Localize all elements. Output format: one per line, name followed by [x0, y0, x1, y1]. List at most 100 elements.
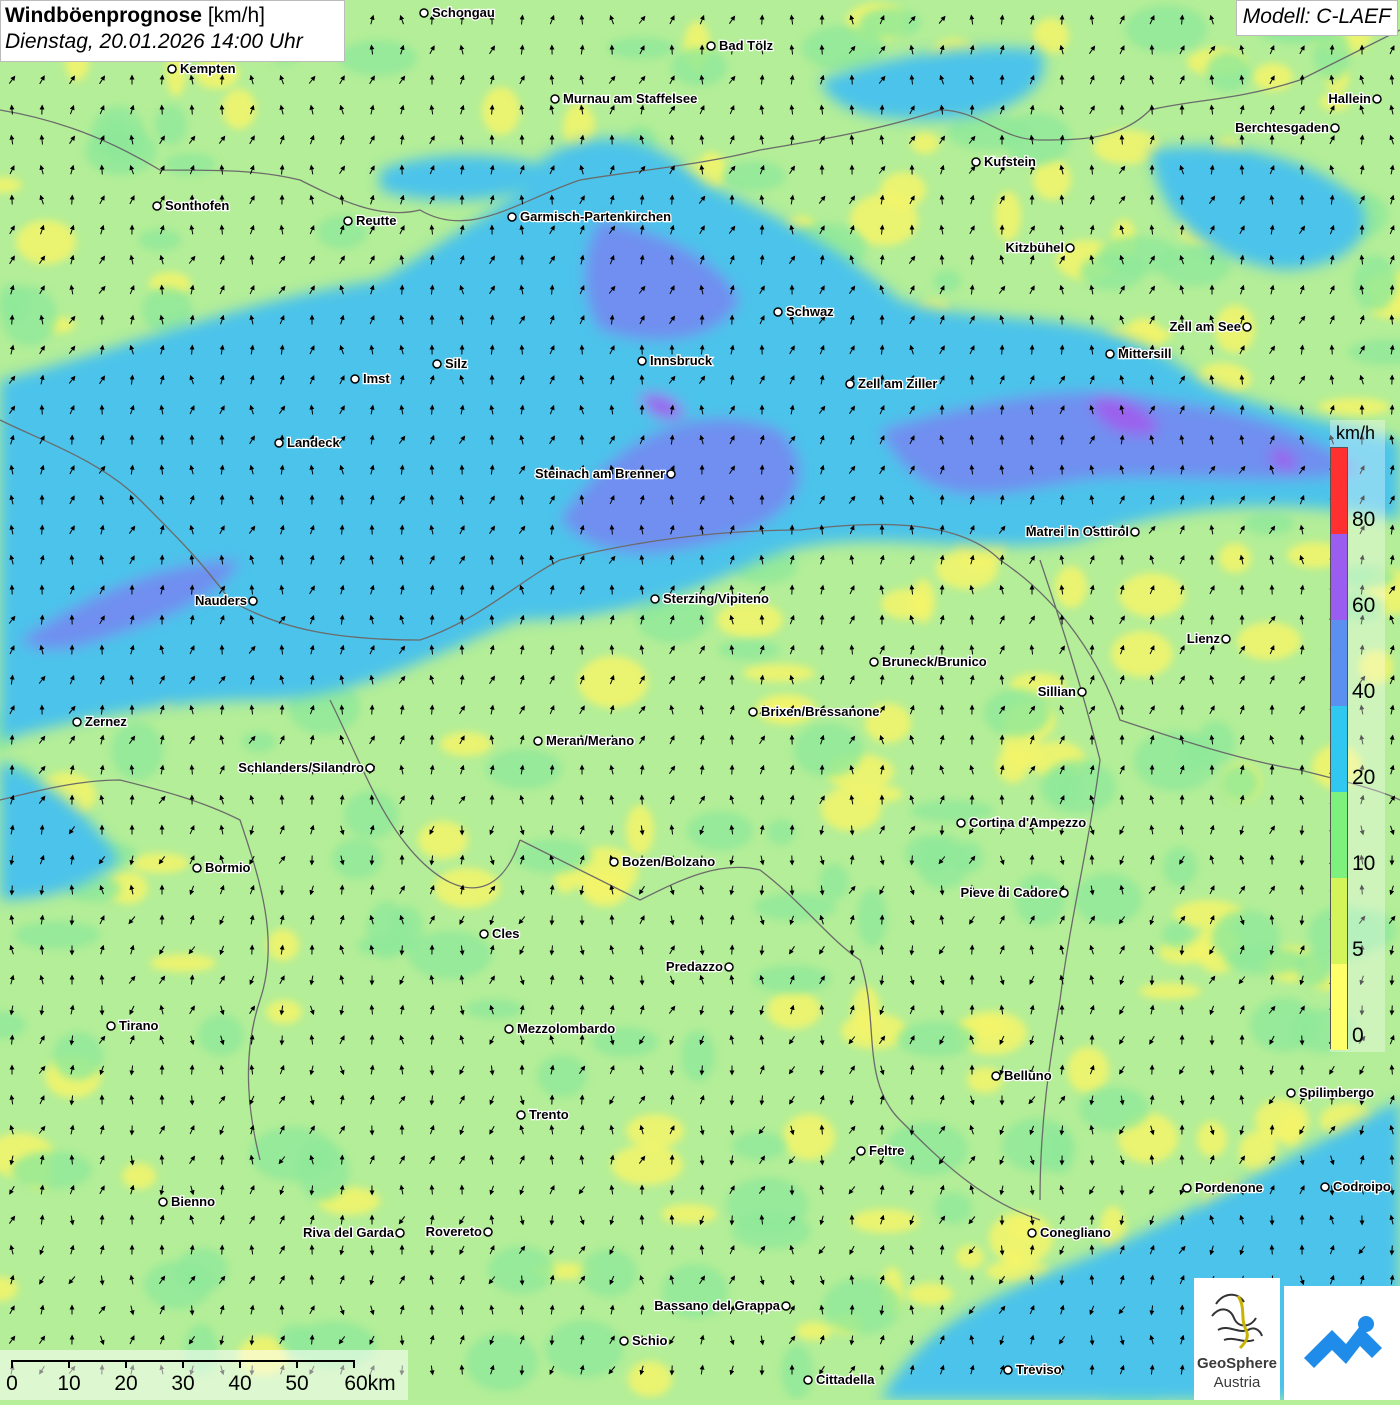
moderate-wind-patch	[947, 114, 1029, 150]
wind-arrow	[12, 886, 13, 895]
wind-arrow	[822, 766, 823, 775]
moderate-wind-patch	[1250, 998, 1318, 1052]
city-label: Schio	[632, 1333, 667, 1348]
moderate-wind-patch	[819, 864, 849, 900]
moderate-wind-patch	[793, 723, 863, 777]
city-marker	[782, 1302, 790, 1310]
city-label: Sillian	[1038, 684, 1076, 699]
legend-color-segment	[1331, 448, 1347, 534]
wind-arrow	[582, 436, 583, 445]
legend-color-segment	[1331, 706, 1347, 792]
wind-arrow	[1092, 1366, 1093, 1375]
wind-arrow	[972, 946, 973, 955]
wind-arrow	[1032, 856, 1033, 865]
wind-arrow	[552, 1336, 553, 1345]
city-marker	[1106, 350, 1114, 358]
moderate-wind-patch	[754, 893, 836, 921]
city-marker	[774, 308, 782, 316]
legend-label: 40	[1352, 680, 1375, 704]
moderate-wind-patch	[1098, 236, 1180, 274]
wind-arrow	[552, 916, 553, 925]
city-label: Lienz	[1187, 631, 1221, 646]
wind-arrow	[1032, 346, 1033, 355]
wind-arrow	[1302, 166, 1303, 175]
wind-arrow	[402, 286, 403, 295]
wind-arrow	[762, 226, 763, 235]
city-marker	[1131, 528, 1139, 536]
wind-arrow	[282, 796, 283, 805]
moderate-wind-patch	[1163, 847, 1197, 887]
city-marker	[433, 360, 441, 368]
moderate-wind-patch	[934, 1192, 972, 1224]
title-box: Windböenprognose [km/h] Dienstag, 20.01.…	[0, 0, 345, 62]
moderate-wind-patch	[486, 749, 562, 789]
scale-label: 40	[228, 1372, 251, 1396]
low-wind-patch	[578, 656, 648, 708]
wind-arrow	[702, 316, 703, 325]
moderate-wind-patch	[859, 8, 921, 38]
moderate-wind-patch	[1197, 721, 1235, 765]
wind-arrow	[372, 1036, 373, 1045]
moderate-wind-patch	[905, 835, 953, 871]
low-wind-patch	[911, 132, 939, 154]
city-label: Bienno	[171, 1194, 215, 1209]
city-label: Spilimbergo	[1299, 1085, 1374, 1100]
wind-arrow	[1392, 976, 1393, 985]
moderate-wind-patch	[545, 1320, 623, 1378]
city-label: Bozen/Bolzano	[622, 854, 715, 869]
low-wind-patch	[266, 1000, 302, 1024]
legend-label: 0	[1352, 1024, 1364, 1048]
low-wind-patch	[16, 220, 76, 264]
moderate-wind-patch	[607, 37, 675, 59]
city-marker	[396, 1229, 404, 1237]
city-label: Belluno	[1004, 1068, 1052, 1083]
moderate-wind-patch	[687, 811, 753, 851]
moderate-wind-patch	[1043, 1126, 1075, 1174]
city-label: Meran/Merano	[546, 733, 634, 748]
city-label: Matrei in Osttirol	[1026, 524, 1129, 539]
city-marker	[517, 1111, 525, 1119]
low-wind-patch	[767, 991, 821, 1029]
scale-label: 60km	[344, 1372, 395, 1396]
wind-arrow	[1182, 1156, 1183, 1165]
city-label: Mezzolombardo	[517, 1021, 615, 1036]
moderate-wind-patch	[198, 1014, 244, 1056]
wind-arrow	[1272, 1246, 1273, 1255]
wind-arrow	[642, 796, 643, 805]
city-label: Bormio	[205, 860, 251, 875]
wind-arrow	[552, 196, 553, 205]
moderate-wind-patch	[1040, 760, 1116, 814]
city-marker	[857, 1147, 865, 1155]
moderate-wind-patch	[1074, 873, 1142, 925]
wind-arrow	[1242, 136, 1243, 145]
city-label: Trento	[529, 1107, 569, 1122]
low-wind-patch	[851, 1209, 919, 1233]
city-marker	[420, 9, 428, 17]
city-label: Zell am See	[1169, 319, 1241, 334]
city-marker	[153, 202, 161, 210]
city-marker	[1066, 244, 1074, 252]
title-main: Windböenprognose	[5, 4, 202, 27]
wind-arrow	[1302, 856, 1303, 865]
city-label: Kufstein	[984, 154, 1036, 169]
low-wind-patch	[482, 87, 520, 135]
wind-arrow	[1332, 346, 1333, 355]
city-label: Brixen/Bressanone	[761, 704, 880, 719]
city-marker	[725, 963, 733, 971]
wind-arrow	[732, 946, 733, 955]
scale-tick	[296, 1360, 298, 1368]
legend-color-segment	[1331, 534, 1347, 620]
legend-label: 10	[1352, 852, 1375, 876]
city-label: Zernez	[85, 714, 127, 729]
wind-arrow	[882, 106, 883, 115]
city-marker	[249, 597, 257, 605]
moderate-wind-patch	[897, 1021, 975, 1057]
low-wind-patch	[717, 602, 783, 638]
moderate-wind-patch	[1162, 922, 1192, 948]
wind-arrow	[1002, 346, 1003, 355]
city-label: Landeck	[287, 435, 341, 450]
moderate-wind-patch	[242, 732, 276, 752]
wind-gust-map: SchongauBad TölzKemptenMurnau am Staffel…	[0, 0, 1400, 1400]
city-label: Sterzing/Vipiteno	[663, 591, 769, 606]
geosphere-logo: GeoSphere Austria	[1194, 1278, 1280, 1400]
